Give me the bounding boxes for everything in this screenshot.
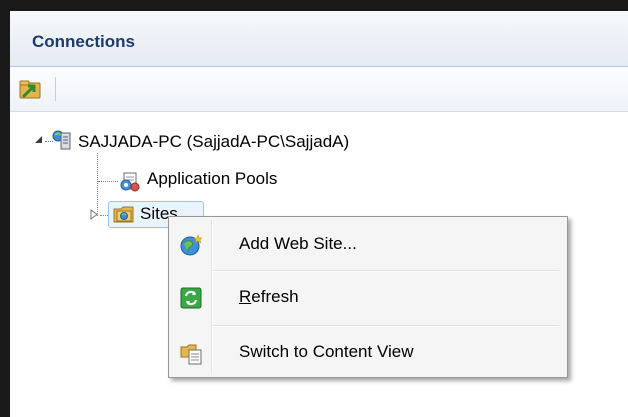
content-view-icon [180, 344, 202, 365]
create-connection-button[interactable] [16, 74, 46, 104]
refresh-icon [180, 287, 202, 309]
menu-item-add-web-site[interactable]: Add Web Site... [171, 220, 565, 270]
tree-connector [100, 215, 108, 216]
collapse-arrow-icon[interactable] [34, 135, 44, 145]
application-pools-icon [120, 172, 140, 192]
menu-item-refresh-label: Refresh [239, 287, 299, 306]
window-frame-top [0, 0, 628, 11]
add-web-site-icon [180, 234, 203, 256]
create-connection-icon [19, 80, 41, 99]
tree-item-application-pools[interactable]: Application Pools [147, 169, 277, 189]
toolbar-separator [55, 77, 56, 101]
menu-separator [213, 325, 559, 327]
window-frame-left [0, 0, 10, 417]
tree-connector [98, 181, 118, 182]
menu-item-add-web-site-label: Add Web Site... [239, 234, 357, 253]
expand-arrow-icon[interactable] [90, 209, 99, 220]
sites-folder-icon [113, 206, 134, 223]
tree-connector [97, 153, 98, 216]
menu-item-refresh[interactable]: Refresh [171, 273, 565, 323]
server-icon [52, 130, 71, 150]
menu-separator [213, 270, 559, 272]
context-menu: Add Web Site... Refresh Switch to Conten… [168, 216, 568, 378]
panel-header: Connections [10, 11, 628, 67]
menu-item-switch-content-view-label: Switch to Content View [239, 342, 414, 361]
menu-item-switch-content-view[interactable]: Switch to Content View [171, 328, 565, 378]
connections-toolbar [10, 67, 628, 112]
tree-root-label[interactable]: SAJJADA-PC (SajjadA-PC\SajjadA) [78, 132, 349, 152]
panel-title: Connections [32, 32, 135, 51]
